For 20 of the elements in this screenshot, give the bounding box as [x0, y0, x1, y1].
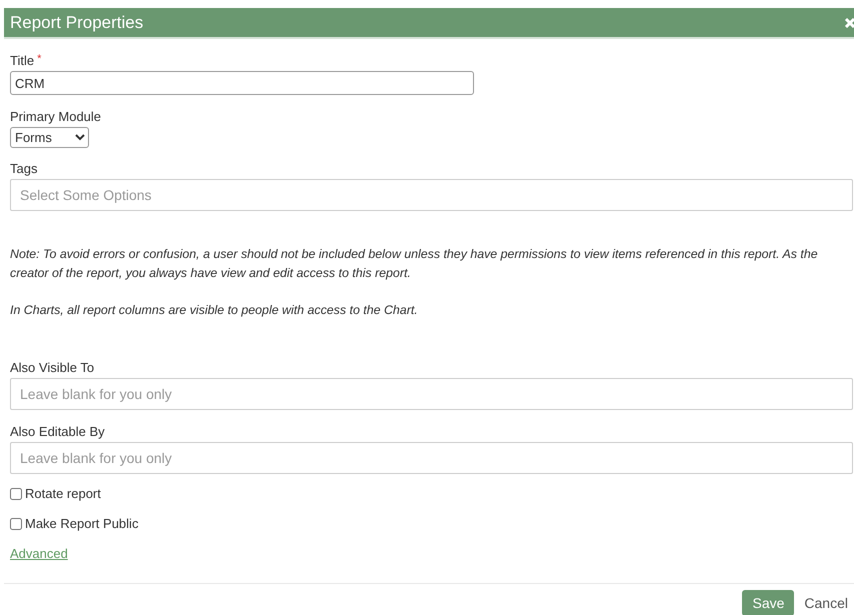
required-mark: *	[37, 53, 42, 65]
checkbox[interactable]	[10, 488, 22, 500]
note-text: Note: To avoid errors or confusion, a user should not be included below unless they have permissions to view items referenced in this report. As the creator of the report, you always have view and edit access to this report.	[10, 246, 819, 282]
note-text: In Charts, all report columns are visible to people with access to the Chart.	[10, 302, 419, 319]
checkbox[interactable]	[10, 518, 22, 530]
field-label: Primary Module	[10, 109, 102, 124]
field-label: Also Editable By	[10, 424, 105, 439]
module-select[interactable]: Forms	[10, 127, 89, 148]
field-label: Tags	[10, 161, 38, 176]
checkbox-label: Rotate report	[25, 486, 101, 501]
title-input[interactable]: CRM	[10, 71, 474, 95]
checkbox-label: Make Report Public	[25, 516, 138, 531]
dialog-title: Report Properties	[9, 12, 144, 32]
field-label: Also Visible To	[10, 360, 94, 375]
input-field[interactable]: Select Some Options	[10, 179, 853, 211]
close-icon[interactable]	[845, 17, 854, 28]
field-label: Title	[10, 53, 34, 68]
input-field[interactable]: Leave blank for you only	[10, 378, 853, 410]
input-field[interactable]: Leave blank for you only	[10, 442, 853, 474]
cancel-button[interactable]: Cancel	[804, 590, 848, 615]
